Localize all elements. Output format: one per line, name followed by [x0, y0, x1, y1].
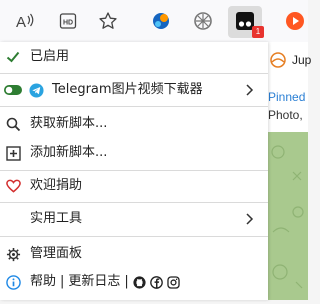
- heart-icon: [5, 178, 21, 194]
- reader-view-icon[interactable]: HD: [56, 9, 80, 33]
- enabled-label: 已启用: [30, 49, 70, 64]
- chevron-right-icon: [244, 82, 256, 98]
- help-link[interactable]: 帮助: [30, 273, 56, 291]
- script-count-badge: 1: [252, 26, 264, 38]
- page-title: Jup: [292, 53, 312, 67]
- tampermonkey-menu: 已启用 Telegram图片视频下载器 获取新脚本... 添加新脚本... 欢迎…: [0, 42, 268, 300]
- divider: [0, 106, 268, 107]
- divider: [0, 170, 268, 171]
- checkmark-icon: [5, 49, 21, 65]
- extension-colorful-icon[interactable]: [149, 9, 173, 33]
- extension-gray-icon[interactable]: [191, 9, 215, 33]
- read-aloud-icon[interactable]: A: [13, 9, 37, 33]
- play-extension-icon[interactable]: [283, 9, 307, 33]
- chat-background: [268, 132, 308, 300]
- get-new-scripts-label: 获取新脚本...: [30, 116, 108, 131]
- github-icon[interactable]: [133, 275, 146, 289]
- toggle-on-icon[interactable]: [2, 82, 24, 98]
- utilities-label: 实用工具: [30, 211, 83, 226]
- script-name: Telegram图片视频下载器: [52, 82, 203, 97]
- add-new-script-label: 添加新脚本...: [30, 145, 108, 160]
- divider: [0, 202, 268, 203]
- get-new-scripts-item[interactable]: 获取新脚本...: [0, 111, 268, 137]
- page-header: Jup: [268, 42, 312, 83]
- facebook-icon[interactable]: [149, 275, 163, 289]
- sun-logo-icon: [270, 52, 286, 68]
- add-new-script-item[interactable]: 添加新脚本...: [0, 140, 268, 166]
- divider: [0, 236, 268, 237]
- plus-box-icon: [5, 145, 21, 161]
- svg-text:HD: HD: [63, 20, 73, 27]
- info-icon: [5, 274, 21, 290]
- script-item-telegram[interactable]: Telegram图片视频下载器: [0, 77, 268, 103]
- separator: |: [124, 274, 129, 289]
- footer-link-row: 帮助 | 更新日志 |: [30, 273, 180, 291]
- donate-item[interactable]: 欢迎捐助: [0, 173, 268, 199]
- instagram-icon[interactable]: [167, 275, 180, 289]
- footer-links: 帮助 | 更新日志 |: [0, 269, 268, 295]
- dashboard-label: 管理面板: [30, 246, 83, 261]
- utilities-item[interactable]: 实用工具: [0, 206, 268, 232]
- browser-toolbar: A HD 1: [0, 0, 308, 43]
- enabled-toggle-item[interactable]: 已启用: [0, 44, 268, 70]
- search-icon: [5, 116, 21, 132]
- separator: |: [60, 274, 65, 289]
- pinned-message-bar[interactable]: Pinned Photo,: [268, 82, 308, 132]
- divider: [0, 73, 268, 74]
- donate-label: 欢迎捐助: [30, 178, 83, 193]
- bookmark-star-icon[interactable]: [96, 9, 120, 33]
- svg-text:A: A: [16, 14, 26, 30]
- chevron-right-icon: [244, 211, 256, 227]
- pinned-preview: Photo,: [268, 108, 303, 122]
- gear-icon: [5, 246, 21, 262]
- pinned-label: Pinned: [268, 90, 306, 104]
- dashboard-item[interactable]: 管理面板: [0, 241, 268, 267]
- telegram-icon: [28, 82, 44, 98]
- changelog-link[interactable]: 更新日志: [68, 273, 120, 291]
